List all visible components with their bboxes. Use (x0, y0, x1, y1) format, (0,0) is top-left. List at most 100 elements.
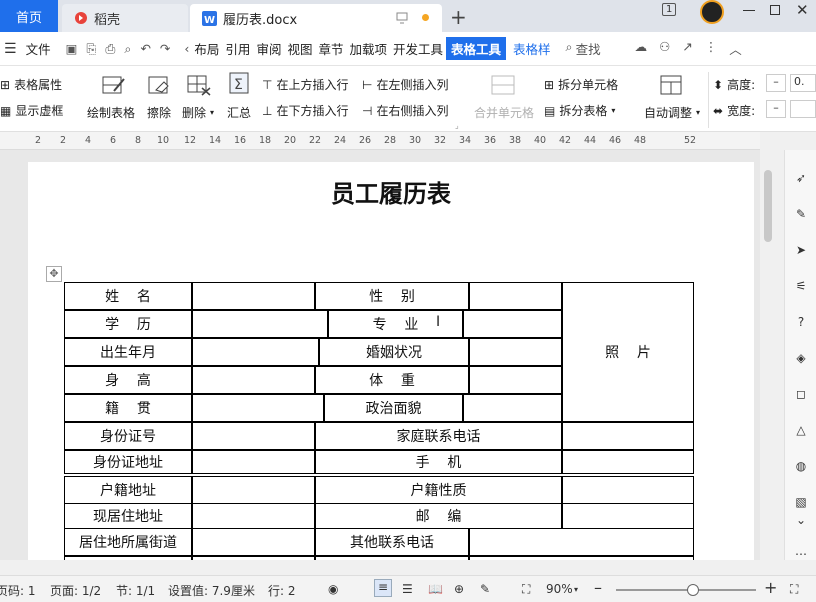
table-cell-empty[interactable] (315, 556, 469, 560)
document-title[interactable]: 员工履历表 (28, 174, 754, 209)
table-cell-major[interactable]: 专 业 (328, 310, 463, 338)
table-cell-cur-addr[interactable]: 现居住地址 (64, 503, 192, 529)
horizontal-ruler[interactable]: 2 2 4 6 8 10 12 14 16 18 20 22 24 26 28 30 32 34 36 38 40 42 4… (0, 132, 760, 150)
table-properties-button[interactable]: ⊞ 表格属性 (0, 76, 62, 93)
outline-view-icon[interactable]: ☰ (402, 582, 413, 596)
close-icon[interactable]: ✕ (796, 1, 809, 19)
table-cell-empty[interactable] (469, 556, 694, 560)
tab-document[interactable]: W 履历表.docx (190, 4, 442, 32)
show-gridlines-button[interactable]: ▦ 显示虚框 (0, 102, 63, 119)
sidebar-collapse-icon[interactable]: ⌄ (791, 510, 811, 530)
table-cell-hukou-addr[interactable]: 户籍地址 (64, 476, 192, 504)
table-cell-empty[interactable] (192, 422, 315, 450)
insert-row-below-button[interactable]: ⊥ 在下方插入行 (262, 102, 348, 119)
table-cell-empty[interactable] (469, 528, 694, 556)
scroll-left-icon[interactable]: ‹ (184, 41, 189, 56)
fullscreen-icon[interactable]: ⛶ (790, 582, 798, 597)
search-box[interactable]: ⌕ 查找 (566, 39, 601, 58)
table-cell-empty[interactable] (463, 394, 562, 422)
share-user-icon[interactable]: ⚇ (659, 39, 670, 58)
zoom-level[interactable]: 90% (546, 582, 573, 596)
table-cell-politics[interactable]: 政治面貌 (324, 394, 463, 422)
summary-button[interactable]: 汇总 (227, 104, 251, 121)
print-preview-icon[interactable]: ⌕ (124, 41, 131, 57)
tab-daoke[interactable]: 稻壳 (62, 4, 188, 32)
draw-table-button[interactable]: 绘制表格 (87, 104, 135, 121)
dialog-launcher-icon[interactable]: ⌟ (455, 121, 459, 130)
table-cell-height[interactable]: 身 高 (64, 366, 192, 394)
hamburger-icon[interactable]: ☰ (4, 41, 17, 57)
fit-page-icon[interactable]: ⛶ (522, 582, 530, 597)
table-cell-empty[interactable] (192, 282, 315, 310)
scroll-thumb[interactable] (764, 170, 772, 242)
table-cell-empty[interactable] (469, 338, 562, 366)
redo-icon[interactable]: ↷ (160, 41, 170, 57)
width-input[interactable] (790, 100, 816, 118)
minimize-icon[interactable] (743, 10, 755, 11)
maximize-icon[interactable] (770, 5, 780, 15)
shapes-icon[interactable]: ◻ (791, 384, 811, 404)
table-cell-empty[interactable] (562, 503, 694, 529)
status-pages[interactable]: 页面: 1/2 (50, 582, 101, 599)
zoom-out-button[interactable]: – (594, 578, 602, 597)
status-row[interactable]: 行: 2 (268, 582, 296, 599)
table-cell-empty[interactable] (192, 366, 315, 394)
table-cell-name[interactable]: 姓 名 (64, 282, 192, 310)
write-view-icon[interactable]: ✎ (480, 582, 490, 596)
zoom-slider-knob[interactable] (687, 584, 699, 596)
pointer-icon[interactable]: ➤ (791, 240, 811, 260)
table-cell-empty[interactable] (192, 338, 319, 366)
tab-monitor-icon[interactable] (396, 12, 408, 24)
vertical-scrollbar[interactable] (760, 150, 784, 560)
delete-button[interactable]: 删除 ▾ (182, 104, 214, 121)
table-cell-empty[interactable] (562, 422, 694, 450)
window-count-badge[interactable]: 1 (662, 3, 677, 16)
menu-layout[interactable]: 布局 (191, 39, 222, 58)
collapse-ribbon-icon[interactable]: ︿ (729, 39, 742, 58)
menu-addins[interactable]: 加载项 (346, 39, 390, 58)
new-tab-plus-icon[interactable]: + (450, 5, 467, 29)
menu-developer[interactable]: 开发工具 (390, 39, 446, 58)
table-cell-marital[interactable]: 婚姻状况 (319, 338, 469, 366)
more-icon[interactable]: ⋮ (705, 39, 718, 58)
user-avatar[interactable] (700, 0, 724, 24)
adjust-icon[interactable]: ⚟ (791, 276, 811, 296)
save-icon[interactable]: ▣ (66, 41, 78, 57)
cloud-icon[interactable]: ☁ (635, 39, 648, 58)
undo-icon[interactable]: ↶ (140, 41, 150, 57)
table-cell-empty[interactable] (192, 503, 315, 529)
table-cell-empty[interactable] (192, 310, 328, 338)
print-icon[interactable]: ⎙ (105, 41, 115, 57)
table-cell-empty[interactable] (192, 450, 315, 474)
resource-icon[interactable]: ◈ (791, 348, 811, 368)
auto-fit-button[interactable]: 自动调整 ▾ (644, 104, 700, 121)
status-setting[interactable]: 设置值: 7.9厘米 (168, 582, 255, 599)
table-cell-empty[interactable] (469, 282, 562, 310)
status-page-number[interactable]: 页码: 1 (0, 582, 36, 599)
menu-references[interactable]: 引用 (222, 39, 253, 58)
status-section[interactable]: 节: 1/1 (116, 582, 155, 599)
eraser-button[interactable]: 擦除 (147, 104, 171, 121)
share-icon[interactable]: ↗ (682, 39, 692, 58)
split-table-button[interactable]: ▤ 拆分表格 ▾ (544, 102, 615, 119)
merge-cells-button[interactable]: 合并单元格 (474, 104, 534, 121)
eye-protect-icon[interactable]: ◉ (328, 582, 338, 596)
table-cell-family-phone[interactable]: 家庭联系电话 (315, 422, 562, 450)
table-cell-photo[interactable]: 照 片 (562, 282, 694, 422)
split-cells-button[interactable]: ⊞ 拆分单元格 (544, 76, 618, 93)
table-cell-education[interactable]: 学 历 (64, 310, 192, 338)
menu-view[interactable]: 视图 (284, 39, 315, 58)
table-cell-empty[interactable] (192, 476, 315, 504)
web-view-icon[interactable]: ⊕ (454, 582, 464, 596)
table-cell-gender[interactable]: 性 别 (315, 282, 469, 310)
insert-col-left-button[interactable]: ⊢ 在左侧插入列 (362, 76, 448, 93)
table-cell-empty[interactable] (192, 528, 315, 556)
page-view-icon[interactable]: ≡ (374, 579, 392, 597)
menu-table-tools[interactable]: 表格工具 (446, 37, 507, 60)
menu-review[interactable]: 审阅 (253, 39, 284, 58)
pen-icon[interactable]: ✎ (791, 204, 811, 224)
export-pdf-icon[interactable]: ⎘ (86, 41, 96, 57)
table-cell-hukou-type[interactable]: 户籍性质 (315, 476, 562, 504)
tab-home[interactable]: 首页 (0, 0, 58, 32)
menu-section[interactable]: 章节 (315, 39, 346, 58)
